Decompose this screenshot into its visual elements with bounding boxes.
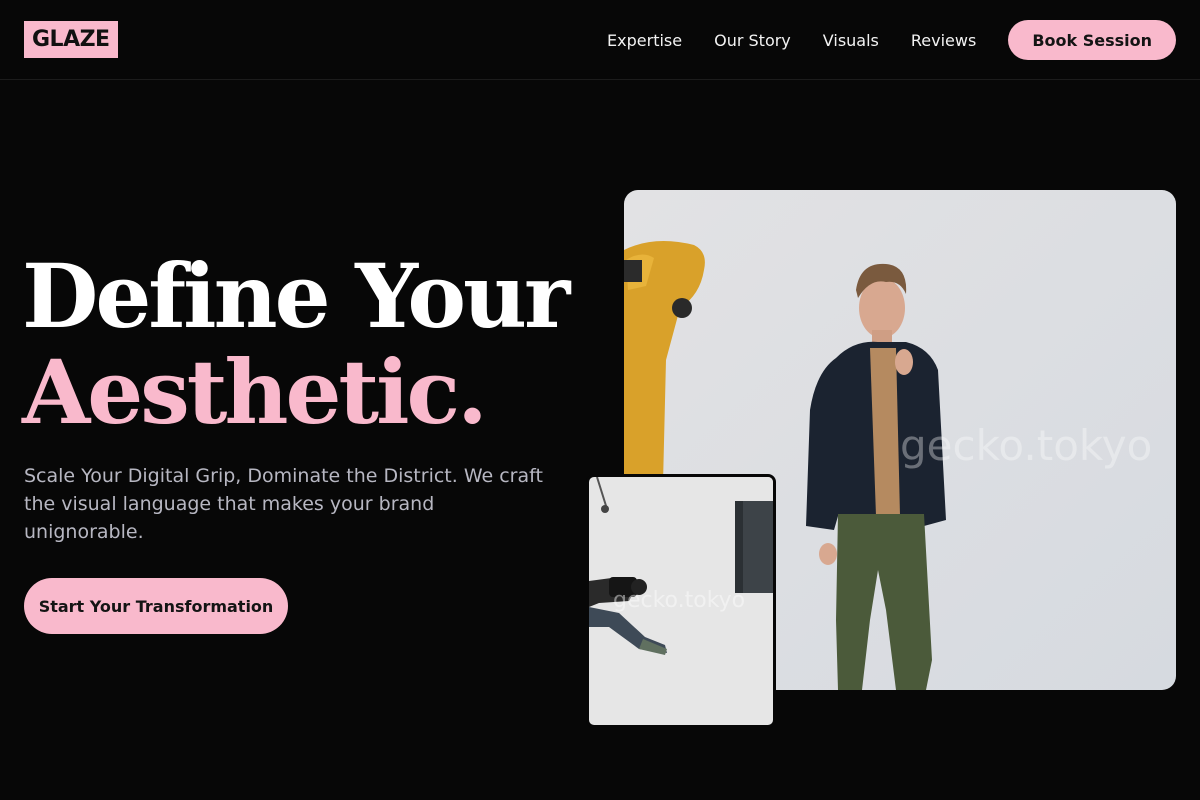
nav-link-reviews[interactable]: Reviews	[911, 31, 976, 50]
hero-secondary-photo: gecko.tokyo	[586, 474, 776, 728]
nav-link-visuals[interactable]: Visuals	[823, 31, 879, 50]
hero-title-line-2: Aesthetic.	[22, 340, 488, 444]
main-photo-watermark: gecko.tokyo	[900, 421, 1152, 470]
nav-link-expertise[interactable]: Expertise	[607, 31, 682, 50]
nav-link-our-story[interactable]: Our Story	[714, 31, 791, 50]
hero-title-line-1: Define Your	[22, 244, 570, 348]
hero-description: Scale Your Digital Grip, Dominate the Di…	[24, 465, 543, 543]
start-transformation-button[interactable]: Start Your Transformation	[24, 578, 288, 634]
site-header: GLAZE Expertise Our Story Visuals Review…	[0, 0, 1200, 80]
hero-title: Define Your Aesthetic.	[22, 244, 570, 444]
main-nav: Expertise Our Story Visuals Reviews Book…	[607, 0, 1176, 80]
brand-logo[interactable]: GLAZE	[24, 21, 118, 58]
secondary-photo-watermark: gecko.tokyo	[613, 588, 745, 613]
book-session-button[interactable]: Book Session	[1008, 20, 1176, 60]
